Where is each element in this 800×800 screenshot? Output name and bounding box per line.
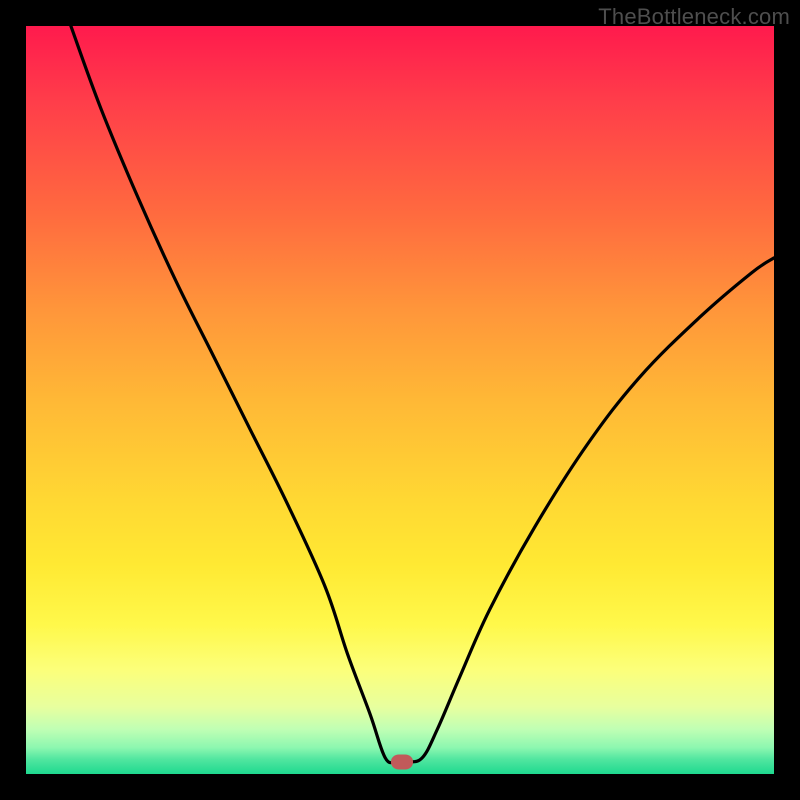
bottleneck-curve xyxy=(26,26,774,774)
optimal-point-marker xyxy=(391,755,413,770)
plot-area xyxy=(26,26,774,774)
watermark-text: TheBottleneck.com xyxy=(598,4,790,30)
chart-frame: TheBottleneck.com xyxy=(0,0,800,800)
